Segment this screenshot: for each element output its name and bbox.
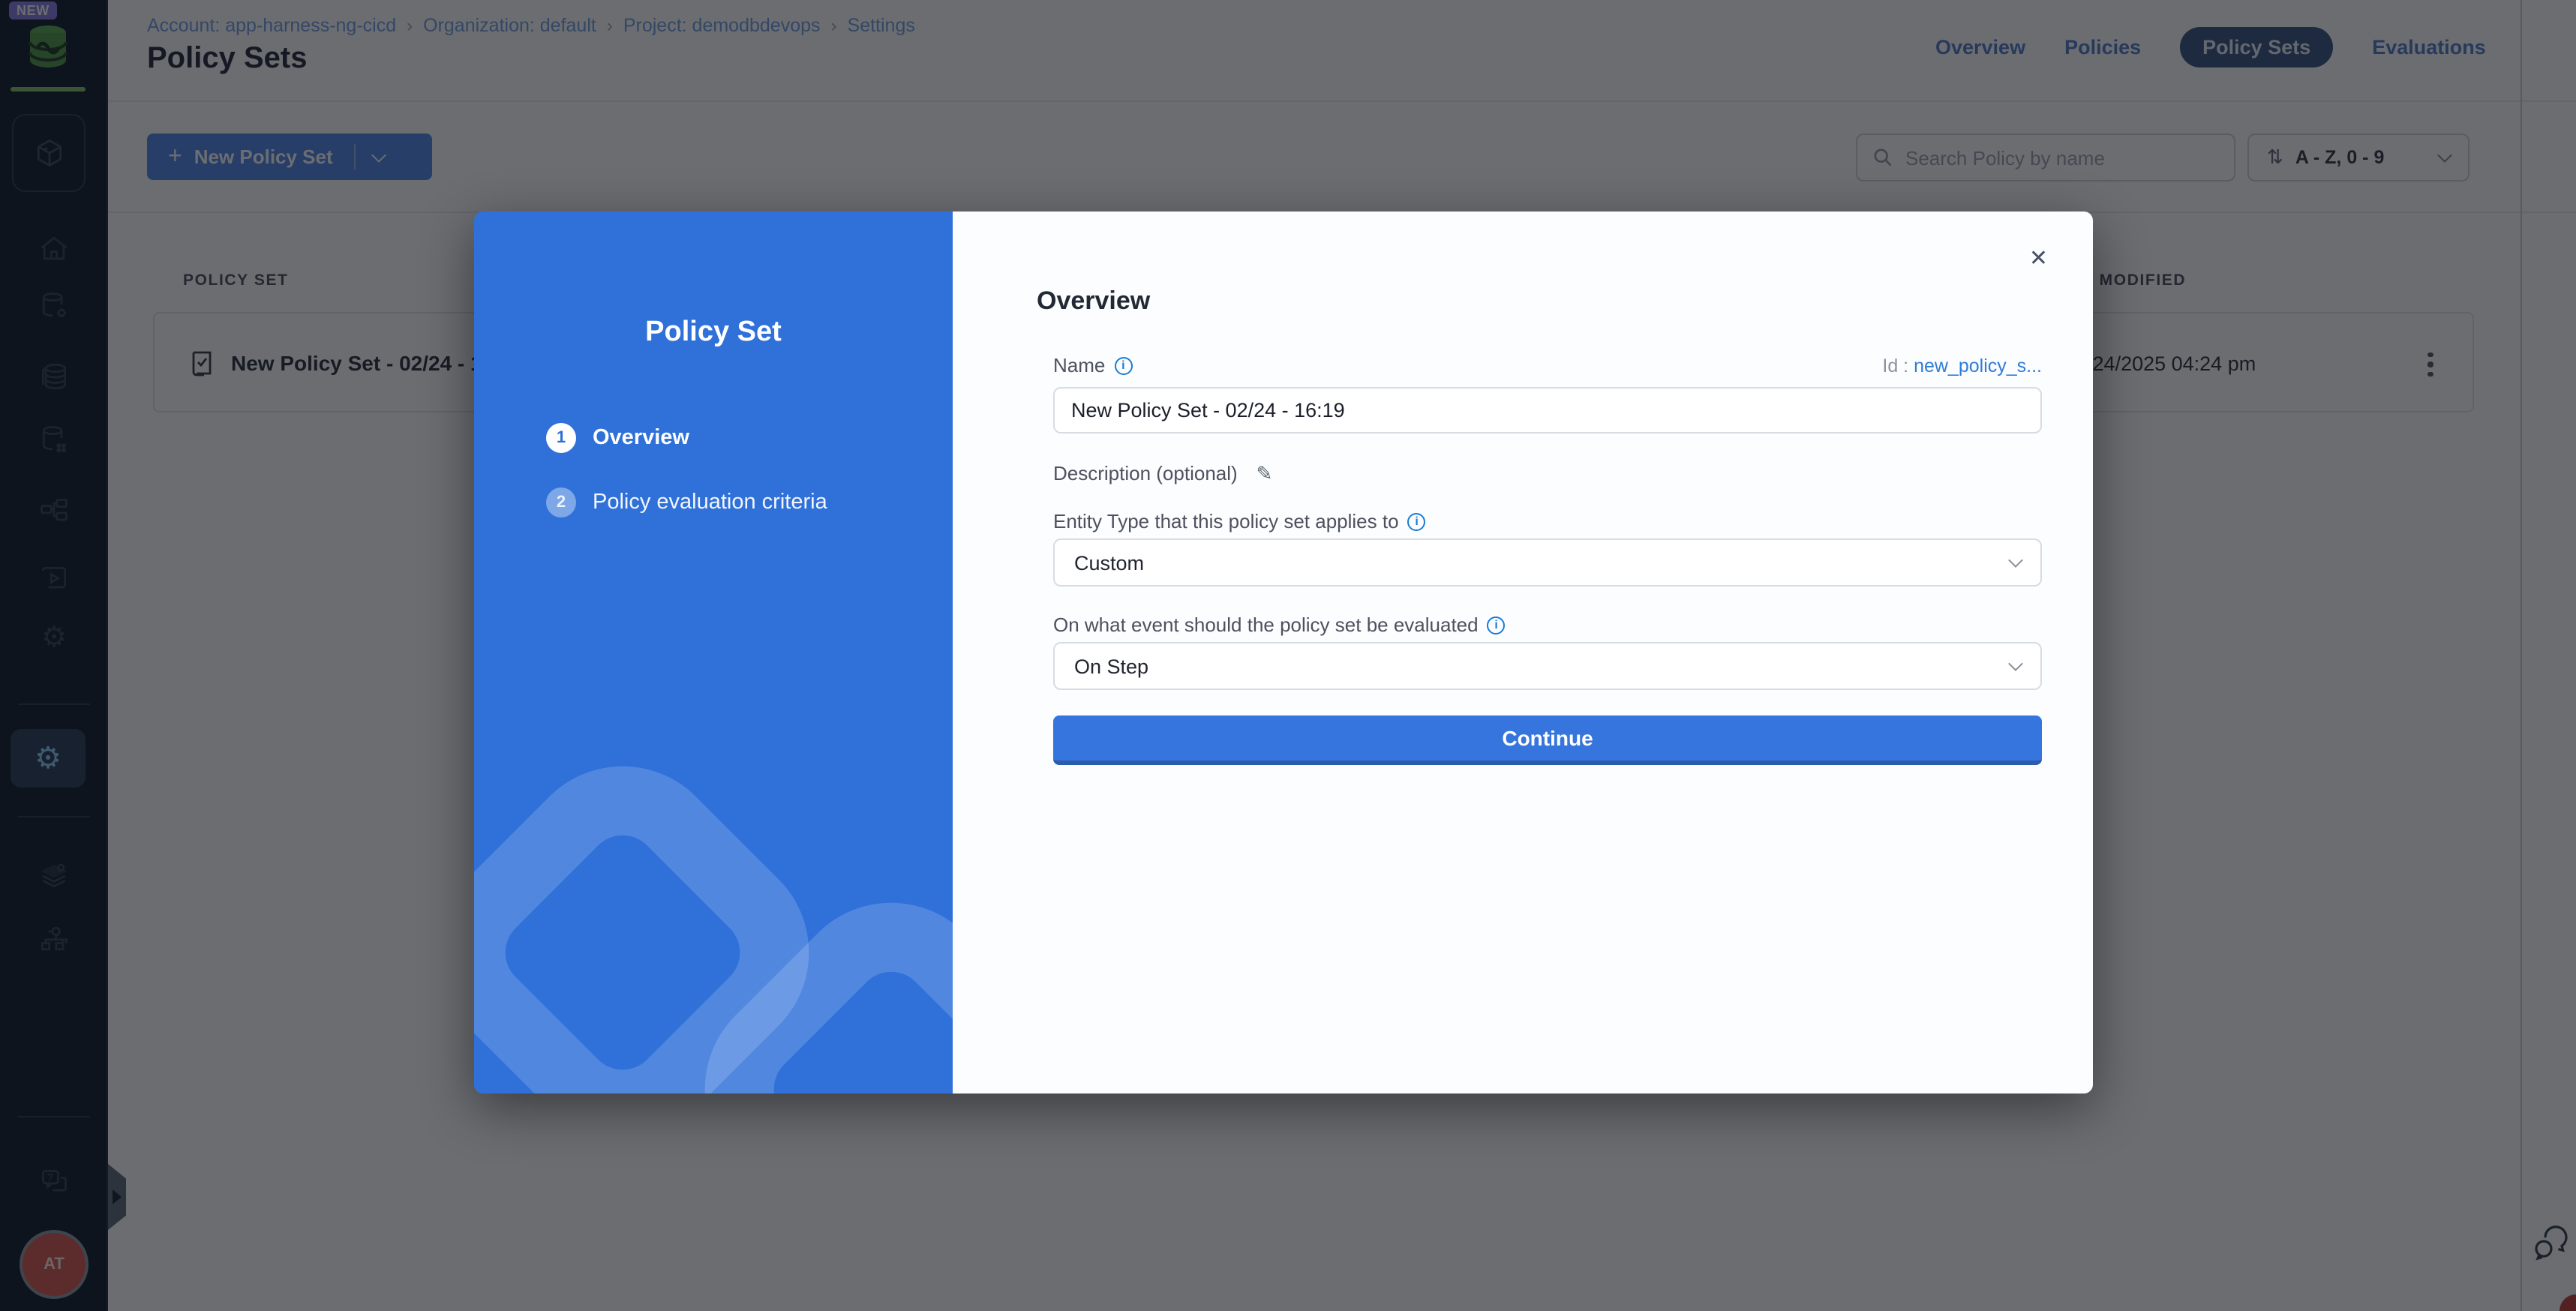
description-label: Description (optional) [1053,462,1238,484]
step-label: Overview [593,426,689,450]
info-icon[interactable]: i [1114,356,1132,374]
entity-type-value: Custom [1074,551,1144,574]
name-label: Namei [1053,354,1132,376]
wizard-title: Policy Set [474,316,953,350]
entity-type-label: Entity Type that this policy set applies… [1053,510,1426,532]
info-icon[interactable]: i [1488,616,1506,634]
event-value: On Step [1074,655,1148,677]
edit-pencil-icon[interactable]: ✎ [1256,462,1273,484]
continue-button[interactable]: Continue [1053,716,2042,765]
harness-logo-watermark [474,662,953,1094]
step-label: Policy evaluation criteria [593,490,827,514]
description-row: Description (optional) ✎ [1053,460,1272,488]
wizard-step-evaluation-criteria[interactable]: 2 Policy evaluation criteria [546,488,827,518]
step-number-badge: 1 [546,423,576,453]
name-label-row: Namei Id : new_policy_s... [1053,354,2042,376]
wizard-step-overview[interactable]: 1 Overview [546,423,689,453]
wizard-form-panel: ✕ Overview Namei Id : new_policy_s... De… [953,212,2093,1094]
policy-set-wizard-dialog: Policy Set 1 Overview 2 Policy evaluatio… [474,212,2093,1094]
chevron-down-icon [2008,656,2023,671]
wizard-side-panel: Policy Set 1 Overview 2 Policy evaluatio… [474,212,953,1094]
id-prefix: Id : [1882,355,1914,376]
chevron-down-icon [2008,553,2023,568]
event-label: On what event should the policy set be e… [1053,614,1506,636]
info-icon[interactable]: i [1408,512,1426,530]
step-number-badge: 2 [546,488,576,518]
close-icon[interactable]: ✕ [2029,248,2048,270]
policy-set-name-input[interactable] [1053,387,2042,434]
modal-heading: Overview [1037,286,1150,316]
entity-type-select[interactable]: Custom [1053,538,2042,586]
app-root: NEW ⚙ ⚙ [0,0,2576,1311]
entity-id-link[interactable]: new_policy_s... [1914,355,2042,376]
event-select[interactable]: On Step [1053,642,2042,690]
entity-id: Id : new_policy_s... [1882,355,2042,376]
